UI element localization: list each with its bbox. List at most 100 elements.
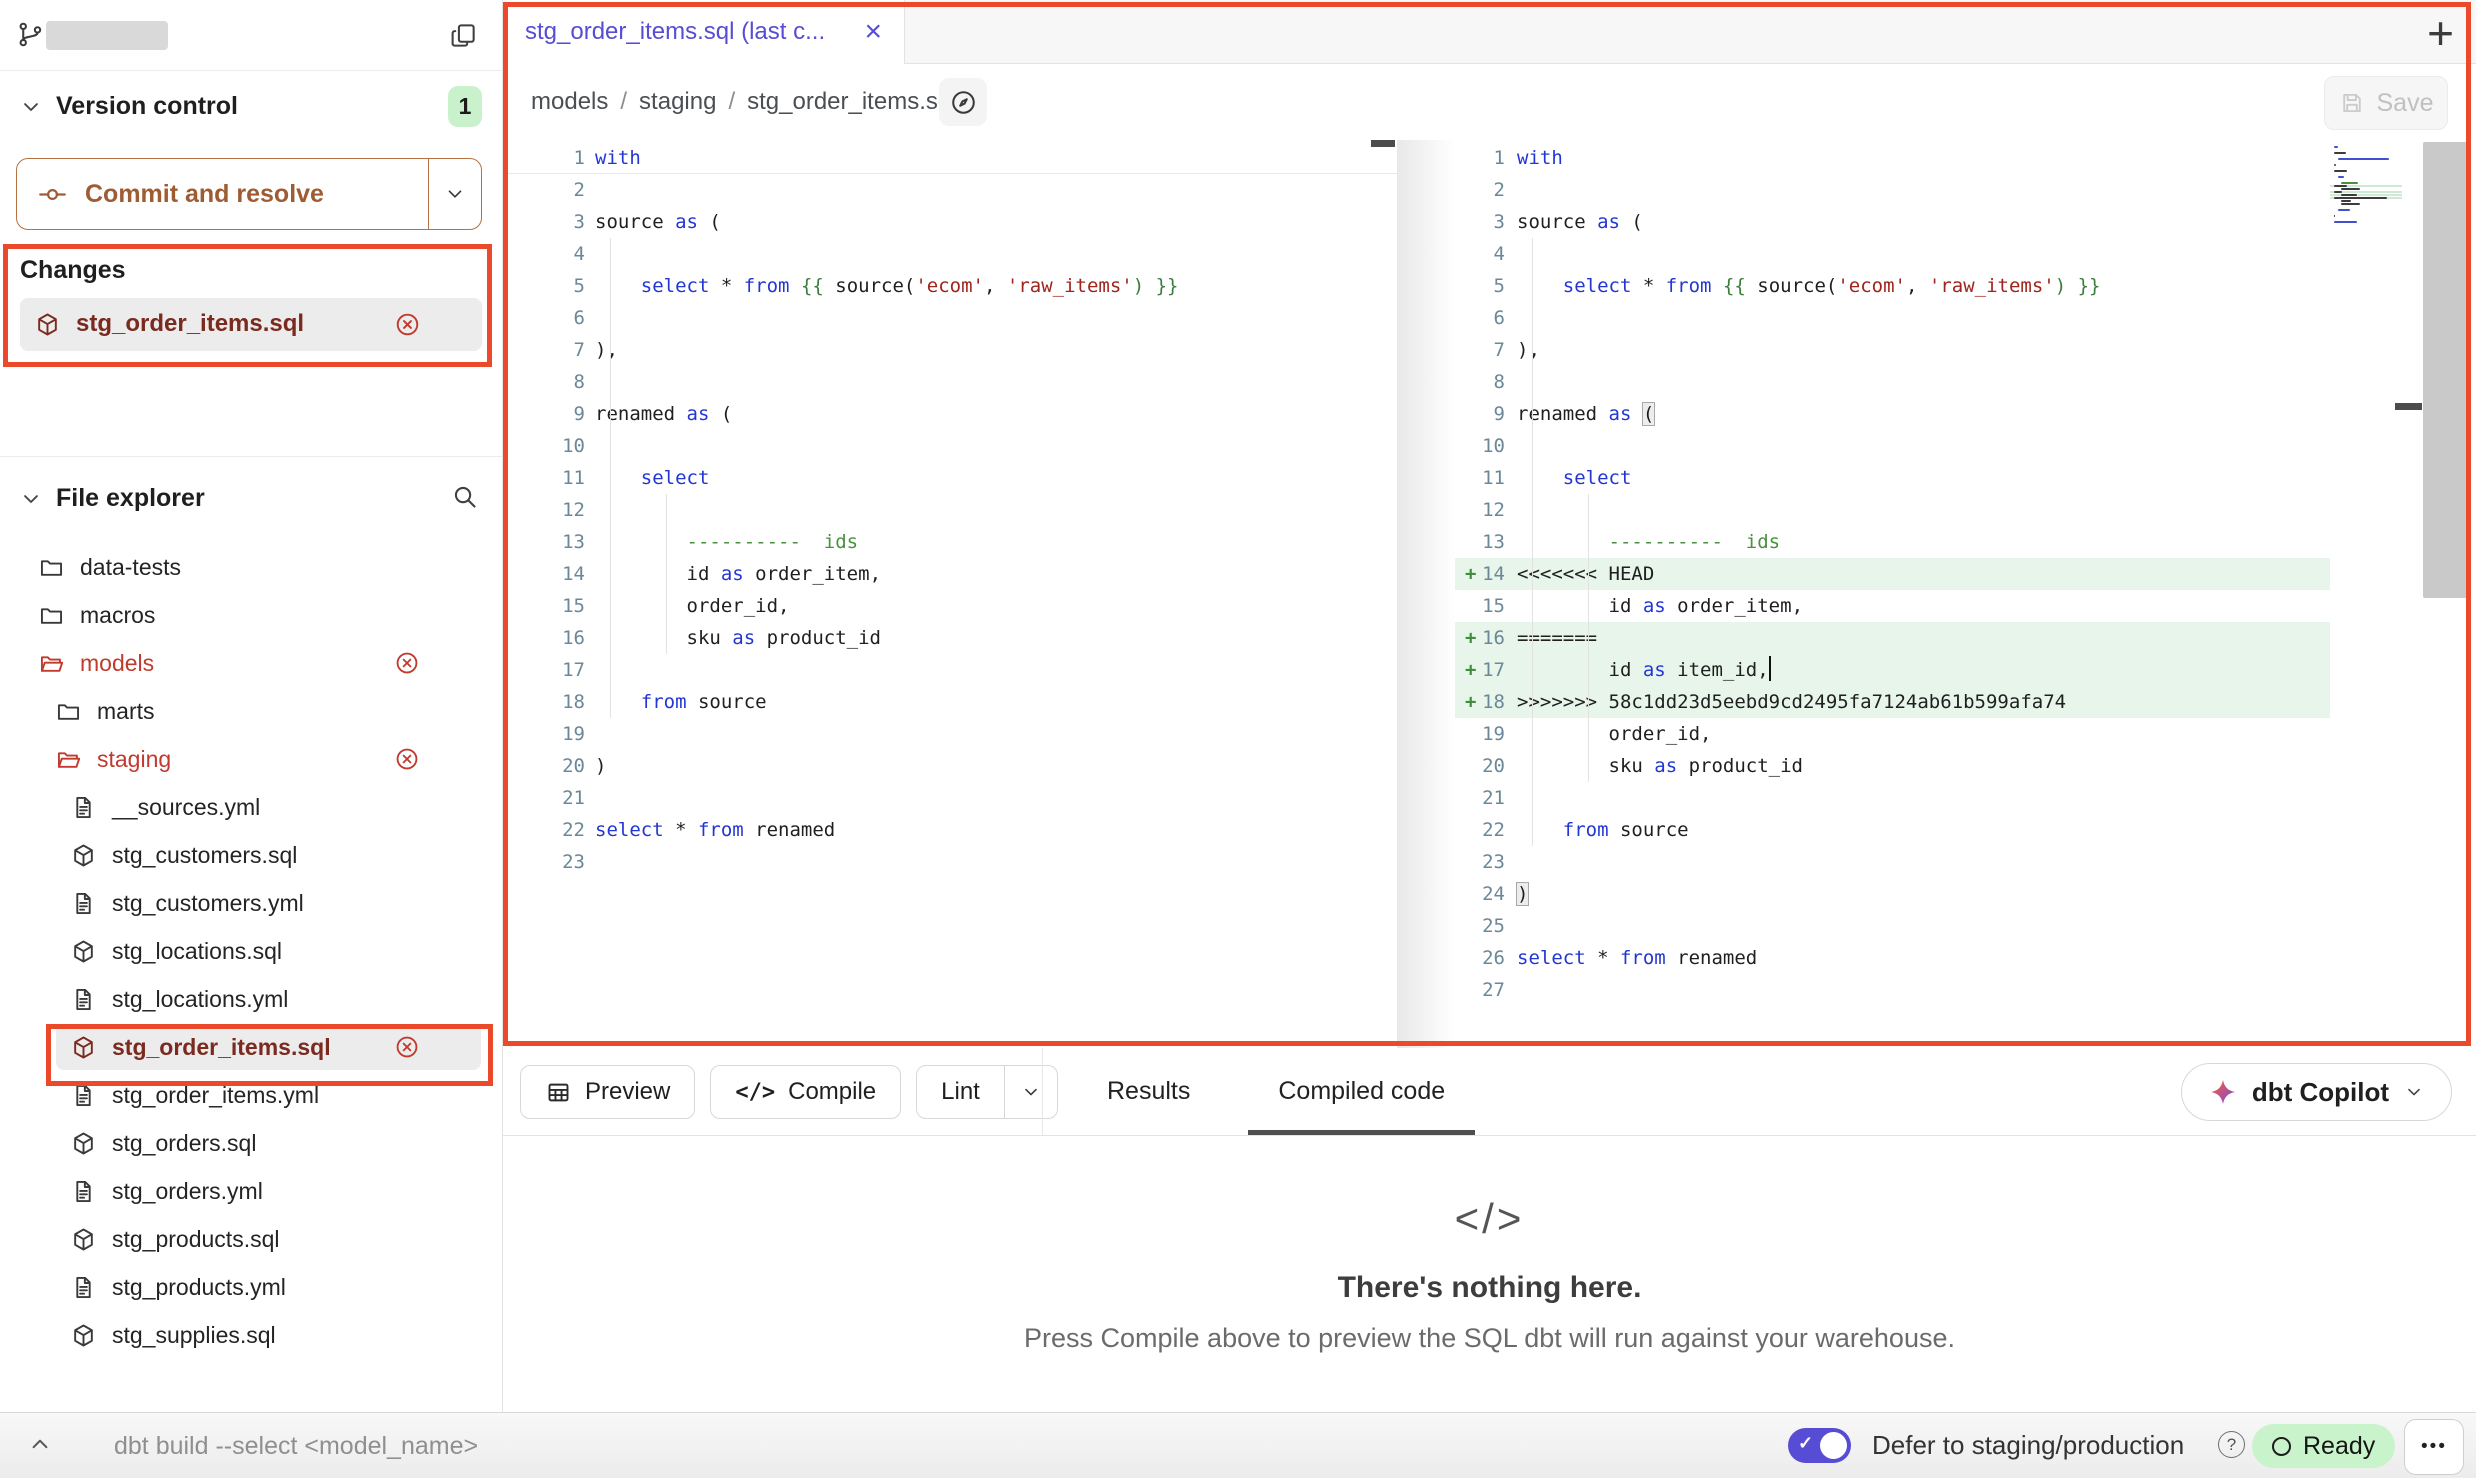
code-line[interactable]: 5 select * from {{ source('ecom', 'raw_i… bbox=[503, 270, 1397, 302]
file-explorer-item-stg_products.sql[interactable]: stg_products.sql bbox=[0, 1215, 502, 1263]
code-line[interactable]: 21 bbox=[1455, 782, 2330, 814]
code-line[interactable]: 4 bbox=[503, 238, 1397, 270]
search-icon[interactable] bbox=[450, 482, 479, 511]
code-line[interactable]: 2 bbox=[1455, 174, 2330, 206]
code-line[interactable]: 9renamed as ( bbox=[1455, 398, 2330, 430]
code-line[interactable]: 12 bbox=[503, 494, 1397, 526]
code-line[interactable]: 6 bbox=[503, 302, 1397, 334]
file-explorer-item-stg_order_items.sql[interactable]: stg_order_items.sql bbox=[0, 1023, 502, 1071]
breadcrumb-part[interactable]: staging bbox=[639, 88, 716, 115]
tab-stg-order-items[interactable]: stg_order_items.sql (last c... × bbox=[503, 0, 905, 64]
code-line[interactable]: 10 bbox=[1455, 430, 2330, 462]
code-line[interactable]: 16 sku as product_id bbox=[503, 622, 1397, 654]
chevron-down-icon[interactable] bbox=[18, 94, 44, 120]
lint-dropdown-button[interactable] bbox=[1005, 1066, 1057, 1118]
more-options-button[interactable]: ••• bbox=[2404, 1419, 2464, 1475]
code-line[interactable]: 10 bbox=[503, 430, 1397, 462]
scrollbar[interactable] bbox=[2423, 142, 2467, 598]
commit-and-resolve-main[interactable]: Commit and resolve bbox=[17, 159, 428, 229]
file-explorer-item-stg_customers.yml[interactable]: stg_customers.yml bbox=[0, 879, 502, 927]
code-line[interactable]: 19 bbox=[503, 718, 1397, 750]
code-line[interactable]: 20) bbox=[503, 750, 1397, 782]
code-line[interactable]: 24) bbox=[1455, 878, 2330, 910]
chevron-up-icon[interactable] bbox=[26, 1430, 54, 1458]
lint-button-label[interactable]: Lint bbox=[917, 1066, 1005, 1118]
code-line[interactable]: 3source as ( bbox=[1455, 206, 2330, 238]
code-line[interactable]: 3source as ( bbox=[503, 206, 1397, 238]
scrollbar-thumb[interactable] bbox=[2395, 403, 2422, 410]
breadcrumb-part[interactable]: models bbox=[531, 88, 608, 115]
file-explorer-item-stg_orders.yml[interactable]: stg_orders.yml bbox=[0, 1167, 502, 1215]
minimap[interactable] bbox=[2330, 146, 2402, 227]
code-line[interactable]: 18 from source bbox=[503, 686, 1397, 718]
status-badge[interactable]: Ready bbox=[2252, 1424, 2395, 1468]
file-explorer-item-stg_products.yml[interactable]: stg_products.yml bbox=[0, 1263, 502, 1311]
scrollbar-thumb[interactable] bbox=[1371, 140, 1395, 147]
code-line[interactable]: 22 from source bbox=[1455, 814, 2330, 846]
editor-pane-current[interactable]: 1with23source as (45 select * from {{ so… bbox=[1455, 142, 2330, 1006]
changed-file-row[interactable]: stg_order_items.sql bbox=[20, 298, 482, 351]
code-line[interactable]: 23 bbox=[1455, 846, 2330, 878]
command-input[interactable] bbox=[112, 1421, 1016, 1471]
discard-change-icon[interactable] bbox=[394, 1034, 420, 1060]
new-tab-button[interactable]: + bbox=[2427, 6, 2454, 60]
file-explorer-item-stg_supplies.sql[interactable]: stg_supplies.sql bbox=[0, 1311, 502, 1359]
code-line[interactable]: 21 bbox=[503, 782, 1397, 814]
close-icon[interactable]: × bbox=[864, 17, 882, 47]
code-line[interactable]: 11 select bbox=[1455, 462, 2330, 494]
discard-change-icon[interactable] bbox=[394, 311, 421, 338]
code-line[interactable]: 13 ---------- ids bbox=[503, 526, 1397, 558]
code-line[interactable]: 20 sku as product_id bbox=[1455, 750, 2330, 782]
defer-toggle[interactable]: ✓ bbox=[1788, 1428, 1851, 1463]
discard-change-icon[interactable] bbox=[394, 650, 420, 676]
code-line[interactable]: 19 order_id, bbox=[1455, 718, 2330, 750]
chevron-down-icon[interactable] bbox=[18, 486, 44, 512]
file-explorer-item-stg_customers.sql[interactable]: stg_customers.sql bbox=[0, 831, 502, 879]
code-line[interactable]: 27 bbox=[1455, 974, 2330, 1006]
commit-and-resolve-button[interactable]: Commit and resolve bbox=[16, 158, 482, 230]
help-icon[interactable]: ? bbox=[2218, 1431, 2245, 1458]
code-line[interactable]: 1with bbox=[503, 142, 1397, 174]
file-explorer-item-macros[interactable]: macros bbox=[0, 591, 502, 639]
breadcrumb-part[interactable]: stg_order_items.sql bbox=[747, 88, 956, 115]
code-line[interactable]: +14<<<<<<< HEAD bbox=[1455, 558, 2330, 590]
code-line[interactable]: +16======= bbox=[1455, 622, 2330, 654]
code-line[interactable]: 17 bbox=[503, 654, 1397, 686]
code-line[interactable]: 15 id as order_item, bbox=[1455, 590, 2330, 622]
code-line[interactable]: 6 bbox=[1455, 302, 2330, 334]
file-explorer-item-__sources.yml[interactable]: __sources.yml bbox=[0, 783, 502, 831]
code-line[interactable]: 7), bbox=[1455, 334, 2330, 366]
file-explorer-item-stg_order_items.yml[interactable]: stg_order_items.yml bbox=[0, 1071, 502, 1119]
code-line[interactable]: 15 order_id, bbox=[503, 590, 1397, 622]
code-line[interactable]: +17 id as item_id, bbox=[1455, 654, 2330, 686]
code-line[interactable]: 22select * from renamed bbox=[503, 814, 1397, 846]
code-line[interactable]: +18>>>>>>> 58c1dd23d5eebd9cd2495fa7124ab… bbox=[1455, 686, 2330, 718]
file-explorer-item-data-tests[interactable]: data-tests bbox=[0, 543, 502, 591]
file-explorer-item-stg_locations.sql[interactable]: stg_locations.sql bbox=[0, 927, 502, 975]
copy-icon[interactable] bbox=[449, 21, 478, 50]
code-line[interactable]: 14 id as order_item, bbox=[503, 558, 1397, 590]
code-line[interactable]: 13 ---------- ids bbox=[1455, 526, 2330, 558]
preview-button[interactable]: Preview bbox=[520, 1065, 695, 1119]
code-line[interactable]: 12 bbox=[1455, 494, 2330, 526]
code-line[interactable]: 23 bbox=[503, 846, 1397, 878]
code-line[interactable]: 4 bbox=[1455, 238, 2330, 270]
discard-change-icon[interactable] bbox=[394, 746, 420, 772]
tab-compiled-code[interactable]: Compiled code bbox=[1234, 1048, 1489, 1135]
tab-results[interactable]: Results bbox=[1063, 1048, 1234, 1135]
code-line[interactable]: 25 bbox=[1455, 910, 2330, 942]
code-line[interactable]: 8 bbox=[1455, 366, 2330, 398]
code-line[interactable]: 2 bbox=[503, 174, 1397, 206]
code-line[interactable]: 7), bbox=[503, 334, 1397, 366]
code-line[interactable]: 8 bbox=[503, 366, 1397, 398]
file-explorer-item-marts[interactable]: marts bbox=[0, 687, 502, 735]
code-line[interactable]: 1with bbox=[1455, 142, 2330, 174]
file-explorer-item-staging[interactable]: staging bbox=[0, 735, 502, 783]
file-explorer-item-models[interactable]: models bbox=[0, 639, 502, 687]
code-line[interactable]: 5 select * from {{ source('ecom', 'raw_i… bbox=[1455, 270, 2330, 302]
save-button[interactable]: Save bbox=[2324, 76, 2448, 130]
explore-lineage-button[interactable] bbox=[939, 78, 987, 126]
editor-pane-last-commit[interactable]: 1with23source as (45 select * from {{ so… bbox=[503, 142, 1397, 878]
code-line[interactable]: 9renamed as ( bbox=[503, 398, 1397, 430]
file-explorer-item-stg_locations.yml[interactable]: stg_locations.yml bbox=[0, 975, 502, 1023]
